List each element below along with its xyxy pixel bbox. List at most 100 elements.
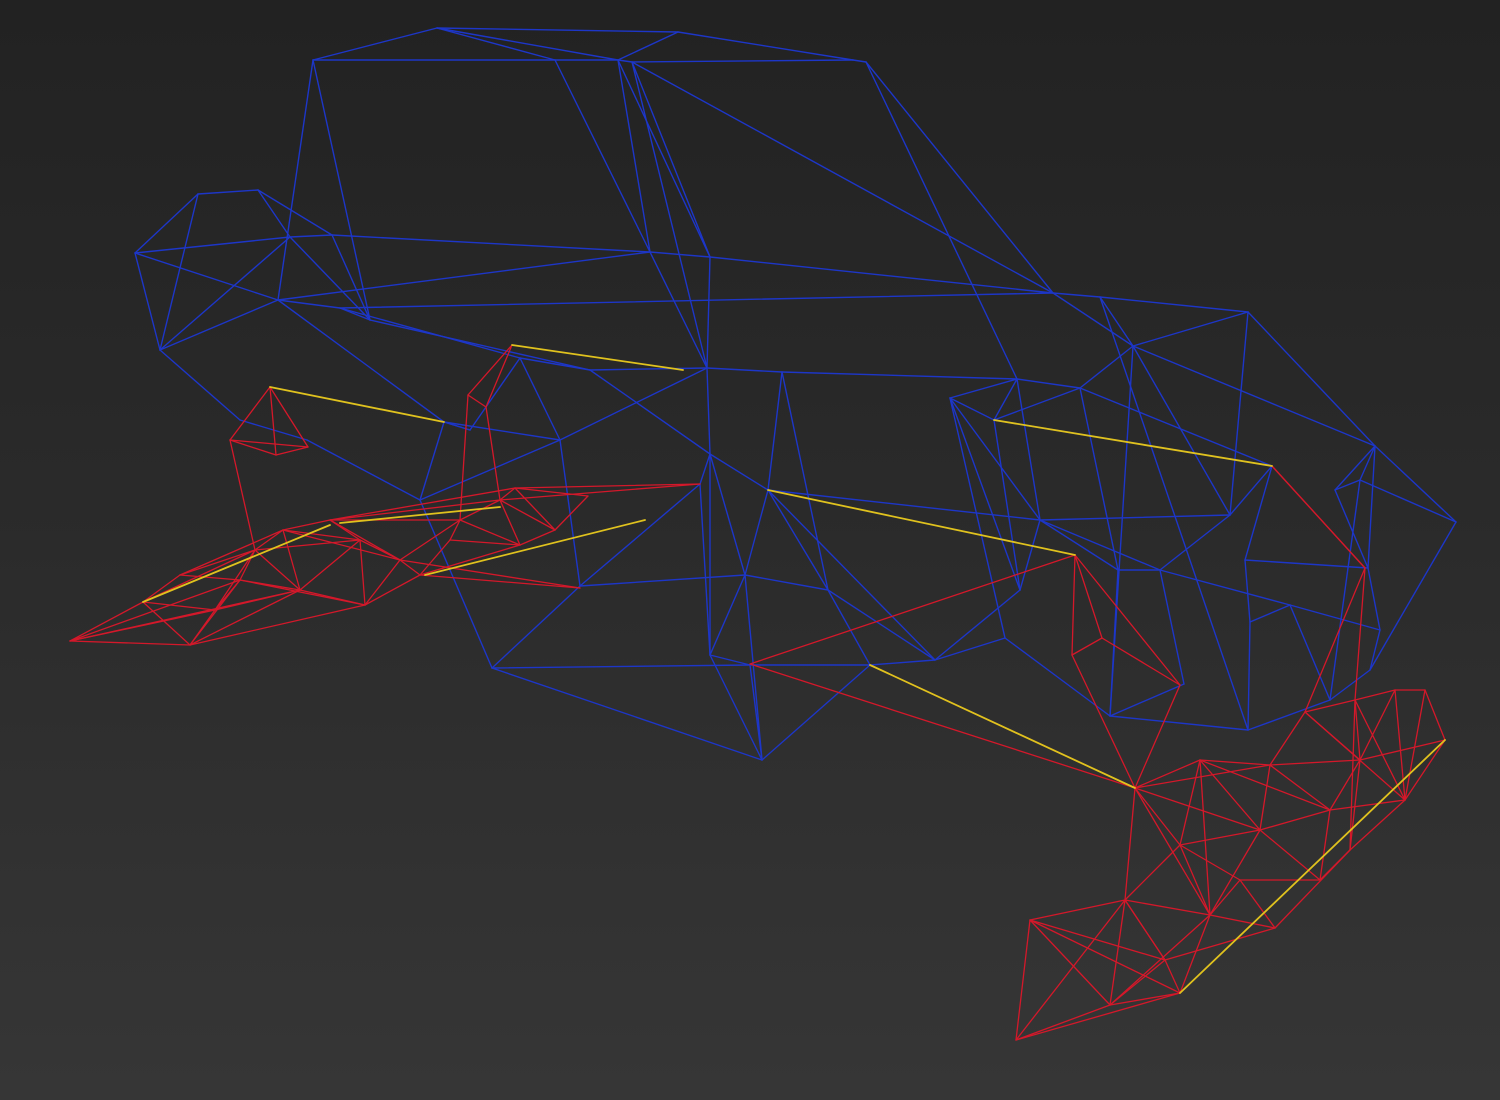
rear-pod-edge [1209,914,1276,929]
rear-pod-edge [1359,689,1396,761]
frame-edge [1369,629,1381,671]
front-pod-edge [519,529,556,546]
frame-edge [134,193,199,254]
rear-pod-edge [1179,844,1211,916]
frame-edge [1159,569,1185,685]
frame-edge [852,59,867,63]
vehicle-frame-wireframe[interactable] [134,27,1457,761]
front-pod-edge [269,386,309,448]
frame-edge [159,236,291,351]
frame-edge [1099,296,1134,347]
frame-edge [1329,669,1371,701]
frame-edge [631,61,711,258]
3d-viewport[interactable] [0,0,1500,1100]
rear-pod-edge [1259,829,1321,881]
suspension-link [993,419,1273,467]
frame-edge [1019,519,1041,591]
rear-pod-edge [1179,759,1201,846]
frame-edge [277,59,314,301]
frame-edge [1247,621,1251,731]
rear-pod-edge [1124,899,1211,916]
front-pod-edge [359,539,401,561]
frame-edge [257,189,291,238]
frame-edge [677,31,854,61]
frame-edge [1109,715,1249,731]
frame-edge [709,574,746,656]
frame-edge [767,371,783,491]
rear-pod-edge [1134,684,1181,789]
front-pod-edge [275,446,309,456]
rear-pod-edge [1269,759,1361,766]
frame-edge [709,654,751,666]
front-pod-edge [69,601,144,642]
frame-edge [827,589,871,666]
frame-edge [649,251,708,369]
frame-edge [491,667,763,761]
frame-edge [1052,292,1101,298]
rear-pod-edge [1164,959,1181,994]
frame-edge [312,27,438,61]
frame-edge [436,27,556,61]
front-pod-edge [514,487,589,497]
frame-edge [617,59,711,258]
rear-pod-edge [1124,844,1181,901]
frame-edge [761,664,871,761]
frame-edge [934,589,1021,661]
frame-edge [631,59,854,63]
frame-edge [827,589,936,661]
frame-edge [1369,521,1457,671]
frame-edge [589,369,711,455]
frame-edge [1359,479,1457,523]
rear-pod-edge [1015,919,1031,1041]
frame-edge [1244,559,1251,623]
frame-edge [1229,311,1249,516]
rear-pod-edge [1424,689,1446,741]
rear-pod-edge [1071,654,1136,789]
frame-edge [869,659,936,666]
frame-edge [993,387,1081,421]
frame-edge [1004,637,1111,717]
frame-edge [767,489,936,661]
rear-pod-edge [1259,809,1331,831]
front-pod-edge [329,519,401,561]
frame-edge [419,421,445,501]
rear-pod-edge [1029,919,1166,961]
frame-edge [744,489,769,576]
front-pod-edge [459,394,469,521]
rear-pod-edge [1304,711,1406,801]
frame-edge [159,299,279,351]
frame-edge [1016,378,1081,389]
rear-pod-edge [1134,787,1181,846]
rear-pod-wireframe[interactable] [749,465,1446,1041]
frame-edge [436,27,619,61]
front-pod-edge [282,529,361,541]
front-pod-edge [69,640,191,646]
frame-edge [579,483,701,587]
frame-edge [1132,345,1231,516]
rear-pod-edge [1269,764,1331,811]
front-pod-edge [364,574,421,606]
frame-edge [1039,514,1231,521]
frame-edge [1132,311,1249,347]
frame-edge [993,419,1021,591]
frame-edge [617,31,679,61]
suspension-link [269,386,445,423]
rear-pod-edge [1209,829,1261,916]
rear-pod-edge [1259,764,1271,831]
rear-pod-edge [1124,899,1166,961]
rear-pod-edge [1074,554,1103,639]
front-pod-edge [467,394,487,408]
rear-pod-edge [1271,465,1366,569]
frame-edge [197,189,259,195]
frame-edge [589,367,708,371]
rear-pod-edge [1071,554,1076,656]
front-pod-wireframe[interactable] [69,344,701,646]
suspension-link [1179,739,1446,994]
frame-edge [554,59,651,253]
frame-edge [134,236,291,254]
frame-edge [781,371,829,591]
frame-edge [134,252,279,301]
frame-edge [559,439,581,587]
rear-pod-edge [1349,799,1406,851]
frame-edge [1159,569,1291,606]
